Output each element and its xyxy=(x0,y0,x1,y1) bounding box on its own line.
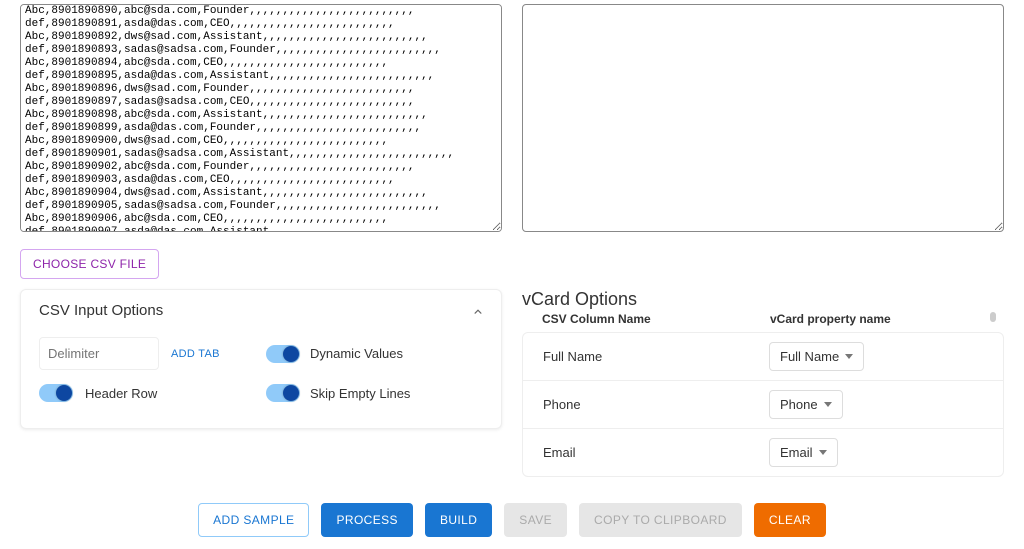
vcard-prop-select[interactable]: Full Name xyxy=(769,342,864,371)
vcard-prop-select[interactable]: Email xyxy=(769,438,838,467)
build-button[interactable]: BUILD xyxy=(425,503,492,537)
choose-csv-file-button[interactable]: CHOOSE CSV FILE xyxy=(20,249,159,279)
add-tab-button[interactable]: ADD TAB xyxy=(171,348,220,360)
chevron-up-icon xyxy=(471,305,483,317)
vcard-row: Email Email xyxy=(523,428,1003,476)
header-row-toggle[interactable] xyxy=(39,384,73,402)
copy-to-clipboard-button: COPY TO CLIPBOARD xyxy=(579,503,742,537)
output-textarea[interactable] xyxy=(522,4,1004,232)
scrollbar-indicator[interactable] xyxy=(990,312,996,322)
vcard-col-prop: vCard property name xyxy=(770,312,990,326)
vcard-csv-col-name: Email xyxy=(543,445,769,460)
save-button: SAVE xyxy=(504,503,567,537)
dynamic-values-toggle[interactable] xyxy=(266,345,300,363)
process-button[interactable]: PROCESS xyxy=(321,503,412,537)
vcard-options-title: vCard Options xyxy=(522,289,1004,310)
caret-down-icon xyxy=(819,450,827,455)
skip-empty-label: Skip Empty Lines xyxy=(310,386,410,401)
vcard-prop-select[interactable]: Phone xyxy=(769,390,843,419)
action-bar: ADD SAMPLE PROCESS BUILD SAVE COPY TO CL… xyxy=(20,503,1004,537)
csv-input-textarea[interactable] xyxy=(20,4,502,232)
csv-input-options-header[interactable]: CSV Input Options xyxy=(39,302,483,319)
clear-button[interactable]: CLEAR xyxy=(754,503,826,537)
delimiter-input[interactable] xyxy=(39,337,159,370)
vcard-mapping-list: Full Name Full Name Phone Phone Email Em… xyxy=(522,332,1004,477)
vcard-row: Full Name Full Name xyxy=(523,333,1003,380)
dynamic-values-label: Dynamic Values xyxy=(310,346,403,361)
vcard-col-csv: CSV Column Name xyxy=(542,312,770,326)
vcard-csv-col-name: Phone xyxy=(543,397,769,412)
vcard-csv-col-name: Full Name xyxy=(543,349,769,364)
vcard-table-header: CSV Column Name vCard property name xyxy=(522,312,1004,332)
caret-down-icon xyxy=(845,354,853,359)
vcard-row: Phone Phone xyxy=(523,380,1003,428)
add-sample-button[interactable]: ADD SAMPLE xyxy=(198,503,309,537)
caret-down-icon xyxy=(824,402,832,407)
header-row-label: Header Row xyxy=(85,386,157,401)
skip-empty-lines-toggle[interactable] xyxy=(266,384,300,402)
csv-input-options-title: CSV Input Options xyxy=(39,302,163,319)
